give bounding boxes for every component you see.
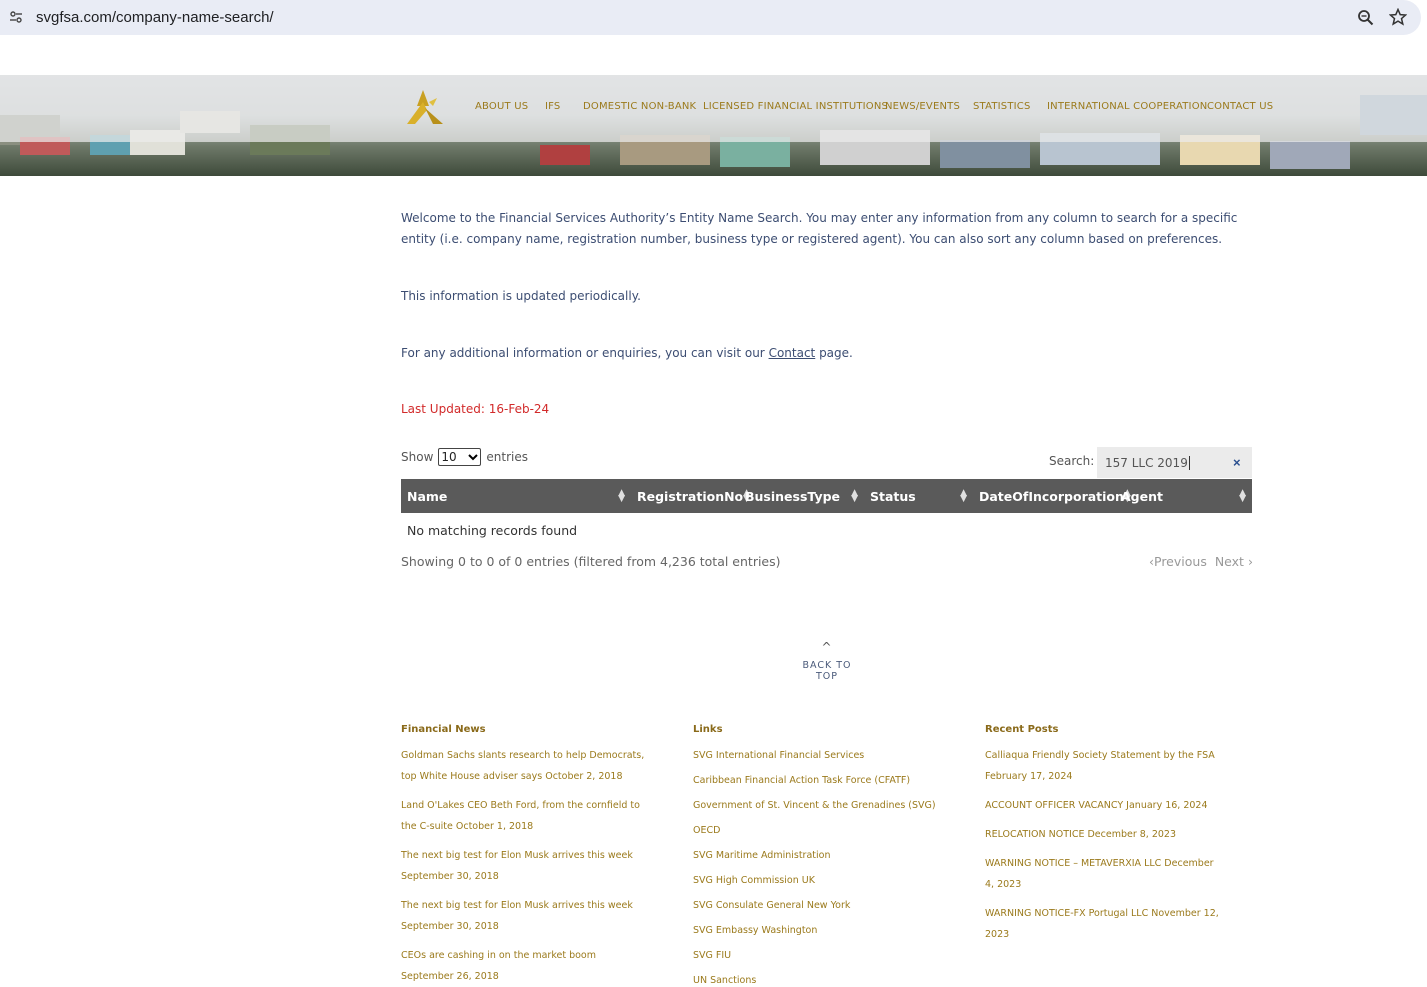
header-banner bbox=[0, 75, 1427, 176]
chevron-up-icon: ^ bbox=[821, 640, 833, 654]
post-link[interactable]: Calliaqua Friendly Society Statement by … bbox=[985, 745, 1225, 787]
footer-link[interactable]: SVG International Financial Services bbox=[693, 745, 936, 766]
col-name-label: Name bbox=[407, 488, 448, 504]
footer-link[interactable]: Caribbean Financial Action Task Force (C… bbox=[693, 770, 936, 791]
welcome-text: Welcome to the Financial Services Author… bbox=[401, 211, 1238, 246]
last-updated: Last Updated: 16-Feb-24 bbox=[401, 402, 550, 416]
search-value: 157 LLC 2019 bbox=[1105, 455, 1188, 470]
url-text[interactable]: svgfsa.com/company-name-search/ bbox=[36, 9, 274, 26]
back-to-top-label: BACK TO TOP bbox=[802, 660, 852, 682]
nav-international-cooperation[interactable]: INTERNATIONAL COOPERATION bbox=[1047, 101, 1207, 112]
clear-search-icon[interactable]: × bbox=[1233, 455, 1241, 470]
footer-link[interactable]: SVG Consulate General New York bbox=[693, 895, 936, 916]
bookmark-star-icon[interactable] bbox=[1389, 8, 1407, 26]
chevron-right-icon: › bbox=[1247, 554, 1253, 569]
search-label: Search: bbox=[1049, 454, 1095, 468]
contact-prefix: For any additional information or enquir… bbox=[401, 346, 769, 360]
empty-message: No matching records found bbox=[407, 523, 578, 538]
col-agent-label: Agent bbox=[1121, 488, 1163, 504]
previous-label: Previous bbox=[1154, 554, 1207, 569]
links-title: Links bbox=[693, 724, 723, 735]
nav-statistics[interactable]: STATISTICS bbox=[973, 101, 1031, 112]
pagination: ‹Previous Next › bbox=[1149, 554, 1253, 569]
col-agent[interactable]: Agent ▲ ▼ bbox=[1115, 479, 1252, 513]
footer-link[interactable]: OECD bbox=[693, 820, 936, 841]
footer-recent-posts: Recent Posts Calliaqua Friendly Society … bbox=[985, 724, 1225, 953]
footer-financial-news: Financial News Goldman Sachs slants rese… bbox=[401, 724, 651, 987]
col-business-type-label: BusinessType bbox=[745, 488, 841, 504]
search-input[interactable]: 157 LLC 2019 bbox=[1097, 447, 1252, 478]
show-entries: Show 10 entries bbox=[401, 448, 528, 466]
nav-news-events[interactable]: NEWS/EVENTS bbox=[885, 101, 960, 112]
next-label: Next bbox=[1214, 554, 1244, 569]
post-link[interactable]: RELOCATION NOTICE December 8, 2023 bbox=[985, 824, 1225, 845]
footer-links: Links SVG International Financial Servic… bbox=[693, 724, 936, 987]
table-info: Showing 0 to 0 of 0 entries (filtered fr… bbox=[401, 554, 781, 569]
contact-text: For any additional information or enquir… bbox=[401, 343, 1252, 364]
previous-button[interactable]: ‹Previous bbox=[1149, 554, 1207, 569]
post-link[interactable]: WARNING NOTICE – METAVERXIA LLC December… bbox=[985, 853, 1225, 895]
nav-domestic-non-bank[interactable]: DOMESTIC NON-BANK bbox=[583, 101, 696, 112]
footer-link[interactable]: Government of St. Vincent & the Grenadin… bbox=[693, 795, 936, 816]
entries-value: 10 bbox=[441, 450, 457, 464]
post-link[interactable]: WARNING NOTICE-FX Portugal LLC November … bbox=[985, 903, 1225, 945]
col-registration-no[interactable]: RegistrationNo ▲ ▼ bbox=[631, 479, 750, 513]
chevron-down-icon bbox=[468, 453, 479, 460]
contact-link[interactable]: Contact bbox=[769, 346, 816, 360]
fsa-logo[interactable] bbox=[403, 88, 445, 126]
browser-chrome: svgfsa.com/company-name-search/ bbox=[0, 0, 1427, 48]
address-bar[interactable]: svgfsa.com/company-name-search/ bbox=[0, 0, 1421, 35]
nav-contact-us[interactable]: CONTACT US bbox=[1207, 101, 1273, 112]
site-settings-icon[interactable] bbox=[9, 10, 23, 24]
col-business-type[interactable]: BusinessType ▲ ▼ bbox=[739, 479, 864, 513]
nav-ifs[interactable]: IFS bbox=[545, 101, 560, 112]
updated-text: This information is updated periodically… bbox=[401, 289, 641, 303]
col-date-label: DateOfIncorporation bbox=[979, 488, 1124, 504]
contact-suffix: page. bbox=[815, 346, 853, 360]
col-registration-label: RegistrationNo bbox=[637, 488, 744, 504]
footer-link[interactable]: SVG Maritime Administration bbox=[693, 845, 936, 866]
table-header: Name ▲ ▼ RegistrationNo ▲ ▼ BusinessType ▲ ▼ S… bbox=[401, 479, 1252, 513]
col-name[interactable]: Name ▲ ▼ bbox=[401, 479, 631, 513]
news-link[interactable]: Land O'Lakes CEO Beth Ford, from the cor… bbox=[401, 795, 651, 837]
entries-label: entries bbox=[486, 450, 528, 464]
footer-link[interactable]: SVG High Commission UK bbox=[693, 870, 936, 891]
footer-link[interactable]: SVG Embassy Washington bbox=[693, 920, 936, 941]
sort-icon: ▲ ▼ bbox=[1239, 488, 1246, 504]
footer-link[interactable]: UN Sanctions bbox=[693, 970, 936, 987]
footer-link[interactable]: SVG FIU bbox=[693, 945, 936, 966]
post-link[interactable]: ACCOUNT OFFICER VACANCY January 16, 2024 bbox=[985, 795, 1225, 816]
news-link[interactable]: Goldman Sachs slants research to help De… bbox=[401, 745, 651, 787]
next-button[interactable]: Next › bbox=[1215, 554, 1253, 569]
col-date-of-incorporation[interactable]: DateOfIncorporation ▲ ▼ bbox=[973, 479, 1131, 513]
show-label: Show bbox=[401, 450, 434, 464]
text-cursor bbox=[1188, 455, 1190, 470]
nav-licensed-financial-institutions[interactable]: LICENSED FINANCIAL INSTITUTIONS bbox=[703, 101, 888, 112]
sort-icon: ▲ ▼ bbox=[960, 488, 967, 504]
news-link[interactable]: The next big test for Elon Musk arrives … bbox=[401, 845, 651, 887]
zoom-icon[interactable] bbox=[1357, 9, 1374, 26]
col-status-label: Status bbox=[870, 488, 916, 504]
sort-icon: ▲ ▼ bbox=[618, 488, 625, 504]
entries-select[interactable]: 10 bbox=[438, 448, 482, 466]
col-status[interactable]: Status ▲ ▼ bbox=[864, 479, 973, 513]
news-link[interactable]: The next big test for Elon Musk arrives … bbox=[401, 895, 651, 937]
back-to-top[interactable]: ^ BACK TO TOP bbox=[798, 640, 856, 682]
posts-title: Recent Posts bbox=[985, 724, 1059, 735]
news-title: Financial News bbox=[401, 724, 486, 735]
sort-icon: ▲ ▼ bbox=[851, 488, 858, 504]
news-link[interactable]: CEOs are cashing in on the market boom S… bbox=[401, 945, 651, 987]
nav-about-us[interactable]: ABOUT US bbox=[475, 101, 528, 112]
